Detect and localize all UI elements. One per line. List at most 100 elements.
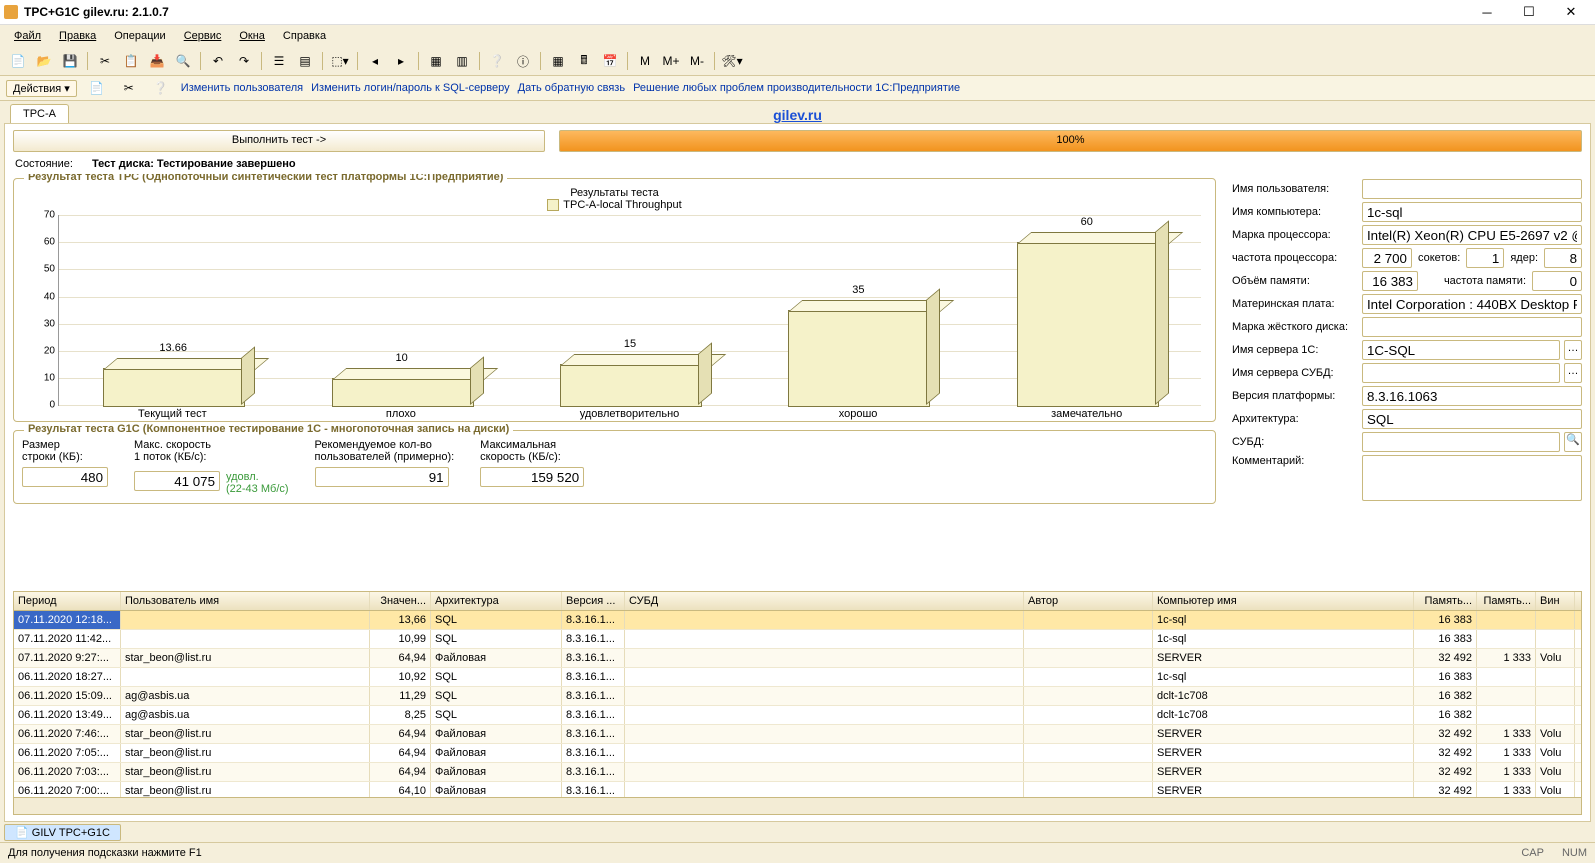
table-row[interactable]: 06.11.2020 7:46:...star_beon@list.ru64,9… — [14, 725, 1581, 744]
menu-edit[interactable]: Правка — [51, 28, 104, 44]
menu-file[interactable]: Файл — [6, 28, 49, 44]
table-row[interactable]: 06.11.2020 18:27...10,92SQL8.3.16.1...1c… — [14, 668, 1581, 687]
grid-icon[interactable]: ▦ — [546, 49, 570, 73]
sockets-input[interactable] — [1466, 248, 1504, 268]
table-header-cell[interactable]: СУБД — [625, 592, 1024, 610]
cal-icon[interactable]: 📅 — [598, 49, 622, 73]
close-button[interactable]: ✕ — [1551, 1, 1591, 23]
cores-label: ядер: — [1508, 252, 1540, 264]
list-icon[interactable]: ☰ — [267, 49, 291, 73]
m-icon[interactable]: M — [633, 49, 657, 73]
box-icon[interactable]: ▦ — [424, 49, 448, 73]
table-header-cell[interactable]: Автор — [1024, 592, 1153, 610]
cores-input[interactable] — [1544, 248, 1582, 268]
action-icon-1[interactable]: 📄 — [85, 76, 109, 100]
m-minus-icon[interactable]: M- — [685, 49, 709, 73]
table-header-cell[interactable]: Компьютер имя — [1153, 592, 1414, 610]
cpu-input[interactable] — [1362, 225, 1582, 245]
table-row[interactable]: 06.11.2020 7:05:...star_beon@list.ru64,9… — [14, 744, 1581, 763]
max-speed-input[interactable] — [134, 471, 220, 491]
document-tab[interactable]: 📄 GILV TPC+G1C — [4, 824, 121, 841]
menu-windows[interactable]: Окна — [231, 28, 273, 44]
srvdb-input[interactable] — [1362, 363, 1560, 383]
next-icon[interactable]: ▸ — [389, 49, 413, 73]
solve-problems-link[interactable]: Решение любых проблем производительности… — [633, 82, 960, 94]
table-row[interactable]: 07.11.2020 11:42...10,99SQL8.3.16.1...1c… — [14, 630, 1581, 649]
copy-icon[interactable]: 📋 — [119, 49, 143, 73]
table-header-cell[interactable]: Версия ... — [562, 592, 625, 610]
table-row[interactable]: 07.11.2020 12:18...13,66SQL8.3.16.1...1c… — [14, 611, 1581, 630]
paste-icon[interactable]: 📥 — [145, 49, 169, 73]
freq-input[interactable] — [1362, 248, 1412, 268]
action-icon-2[interactable]: ✂ — [117, 76, 141, 100]
help-icon[interactable]: ❔ — [485, 49, 509, 73]
find-icon[interactable]: 🔍 — [171, 49, 195, 73]
table-row[interactable]: 07.11.2020 9:27:...star_beon@list.ru64,9… — [14, 649, 1581, 668]
hdd-label: Марка жёсткого диска: — [1232, 321, 1358, 333]
gilev-link[interactable]: gilev.ru — [773, 107, 822, 123]
horizontal-scrollbar[interactable] — [14, 797, 1581, 814]
srv1c-browse-button[interactable]: … — [1564, 340, 1582, 360]
action-help-icon[interactable]: ❔ — [149, 76, 173, 100]
m-plus-icon[interactable]: M+ — [659, 49, 683, 73]
menu-service[interactable]: Сервис — [176, 28, 230, 44]
prev-icon[interactable]: ◂ — [363, 49, 387, 73]
table-row[interactable]: 06.11.2020 7:00:...star_beon@list.ru64,1… — [14, 782, 1581, 797]
table-header-cell[interactable]: Архитектура — [431, 592, 562, 610]
row-size-input[interactable] — [22, 467, 108, 487]
platver-input[interactable] — [1362, 386, 1582, 406]
menu-help[interactable]: Справка — [275, 28, 334, 44]
ram-input[interactable] — [1362, 271, 1418, 291]
cut-icon[interactable]: ✂ — [93, 49, 117, 73]
user-input[interactable] — [1362, 179, 1582, 199]
redo-icon[interactable]: ↷ — [232, 49, 256, 73]
table-header-cell[interactable]: Память... — [1414, 592, 1477, 610]
open-icon[interactable]: 📂 — [32, 49, 56, 73]
save-icon[interactable]: 💾 — [58, 49, 82, 73]
run-test-button[interactable]: Выполнить тест -> — [13, 130, 545, 152]
table-header-cell[interactable]: Вин — [1536, 592, 1575, 610]
arch-input[interactable] — [1362, 409, 1582, 429]
chart-x-label: Текущий тест — [58, 406, 287, 420]
undo-icon[interactable]: ↶ — [206, 49, 230, 73]
menu-operations[interactable]: Операции — [106, 28, 173, 44]
table-header-cell[interactable]: Пользователь имя — [121, 592, 370, 610]
status-label: Состояние: — [15, 158, 73, 170]
max-speed2-input[interactable] — [480, 467, 584, 487]
subd-search-button[interactable]: 🔍 — [1564, 432, 1582, 452]
minimize-button[interactable]: ─ — [1467, 1, 1507, 23]
info-icon[interactable]: ⓘ — [511, 49, 535, 73]
change-login-link[interactable]: Изменить логин/пароль к SQL-серверу — [311, 82, 510, 94]
computer-input[interactable] — [1362, 202, 1582, 222]
maximize-button[interactable]: ☐ — [1509, 1, 1549, 23]
settings-icon[interactable]: 🛠▾ — [720, 49, 744, 73]
table-header-cell[interactable]: Значен... — [370, 592, 431, 610]
hdd-input[interactable] — [1362, 317, 1582, 337]
rec-users-input[interactable] — [315, 467, 449, 487]
srv1c-input[interactable] — [1362, 340, 1560, 360]
table-header-cell[interactable]: Период — [14, 592, 121, 610]
actions-dropdown[interactable]: Действия ▾ — [6, 80, 77, 97]
new-icon[interactable]: 📄 — [6, 49, 30, 73]
box2-icon[interactable]: ▥ — [450, 49, 474, 73]
srvdb-browse-button[interactable]: … — [1564, 363, 1582, 383]
progress-bar: 100% — [559, 130, 1582, 152]
list2-icon[interactable]: ▤ — [293, 49, 317, 73]
ramfreq-input[interactable] — [1532, 271, 1582, 291]
dropdown-icon[interactable]: ⬚▾ — [328, 49, 352, 73]
subd-input[interactable] — [1362, 432, 1560, 452]
status-bar: Для получения подсказки нажмите F1 CAP N… — [0, 842, 1595, 863]
tab-tpc-a[interactable]: TPC-A — [10, 104, 69, 123]
calc-icon[interactable]: 🖩 — [572, 49, 596, 73]
cpu-label: Марка процессора: — [1232, 229, 1358, 241]
table-header-cell[interactable]: Память... — [1477, 592, 1536, 610]
comment-input[interactable] — [1362, 455, 1582, 501]
tab-strip: TPC-A gilev.ru — [0, 101, 1595, 123]
ramfreq-label: частота памяти: — [1422, 275, 1528, 287]
change-user-link[interactable]: Изменить пользователя — [181, 82, 303, 94]
table-row[interactable]: 06.11.2020 15:09...ag@asbis.ua11,29SQL8.… — [14, 687, 1581, 706]
table-row[interactable]: 06.11.2020 13:49...ag@asbis.ua8,25SQL8.3… — [14, 706, 1581, 725]
table-row[interactable]: 06.11.2020 7:03:...star_beon@list.ru64,9… — [14, 763, 1581, 782]
feedback-link[interactable]: Дать обратную связь — [518, 82, 625, 94]
mb-input[interactable] — [1362, 294, 1582, 314]
